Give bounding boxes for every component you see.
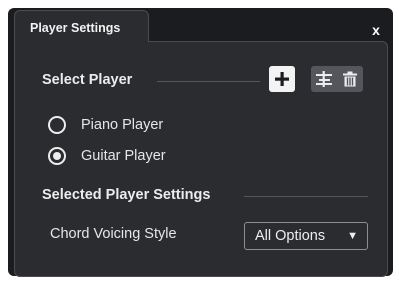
chevron-down-icon: ▼	[347, 230, 358, 242]
chord-voicing-style-label: Chord Voicing Style	[50, 226, 177, 242]
remove-player-icon	[316, 71, 332, 87]
close-button[interactable]: x	[367, 20, 385, 40]
tab-player-settings[interactable]: Player Settings	[14, 10, 149, 42]
remove-player-button[interactable]	[311, 66, 337, 92]
radio-option-piano-player[interactable]: Piano Player	[48, 114, 163, 136]
add-player-button[interactable]	[269, 66, 295, 92]
section-divider	[157, 81, 260, 82]
radio-option-guitar-player[interactable]: Guitar Player	[48, 145, 166, 167]
section-divider	[244, 196, 368, 197]
radio-button-guitar[interactable]	[48, 147, 66, 165]
selected-player-settings-heading: Selected Player Settings	[42, 187, 211, 203]
delete-player-button[interactable]	[337, 66, 363, 92]
plus-icon	[275, 72, 289, 86]
radio-label-guitar: Guitar Player	[81, 148, 166, 164]
radio-label-piano: Piano Player	[81, 117, 164, 133]
radio-button-piano[interactable]	[48, 116, 66, 134]
chord-voicing-style-dropdown[interactable]: All Options ▼	[244, 222, 368, 250]
radio-selected-dot	[53, 152, 61, 160]
chord-voicing-style-value: All Options	[255, 228, 326, 244]
select-player-heading: Select Player	[42, 72, 133, 88]
trash-icon	[343, 71, 357, 87]
